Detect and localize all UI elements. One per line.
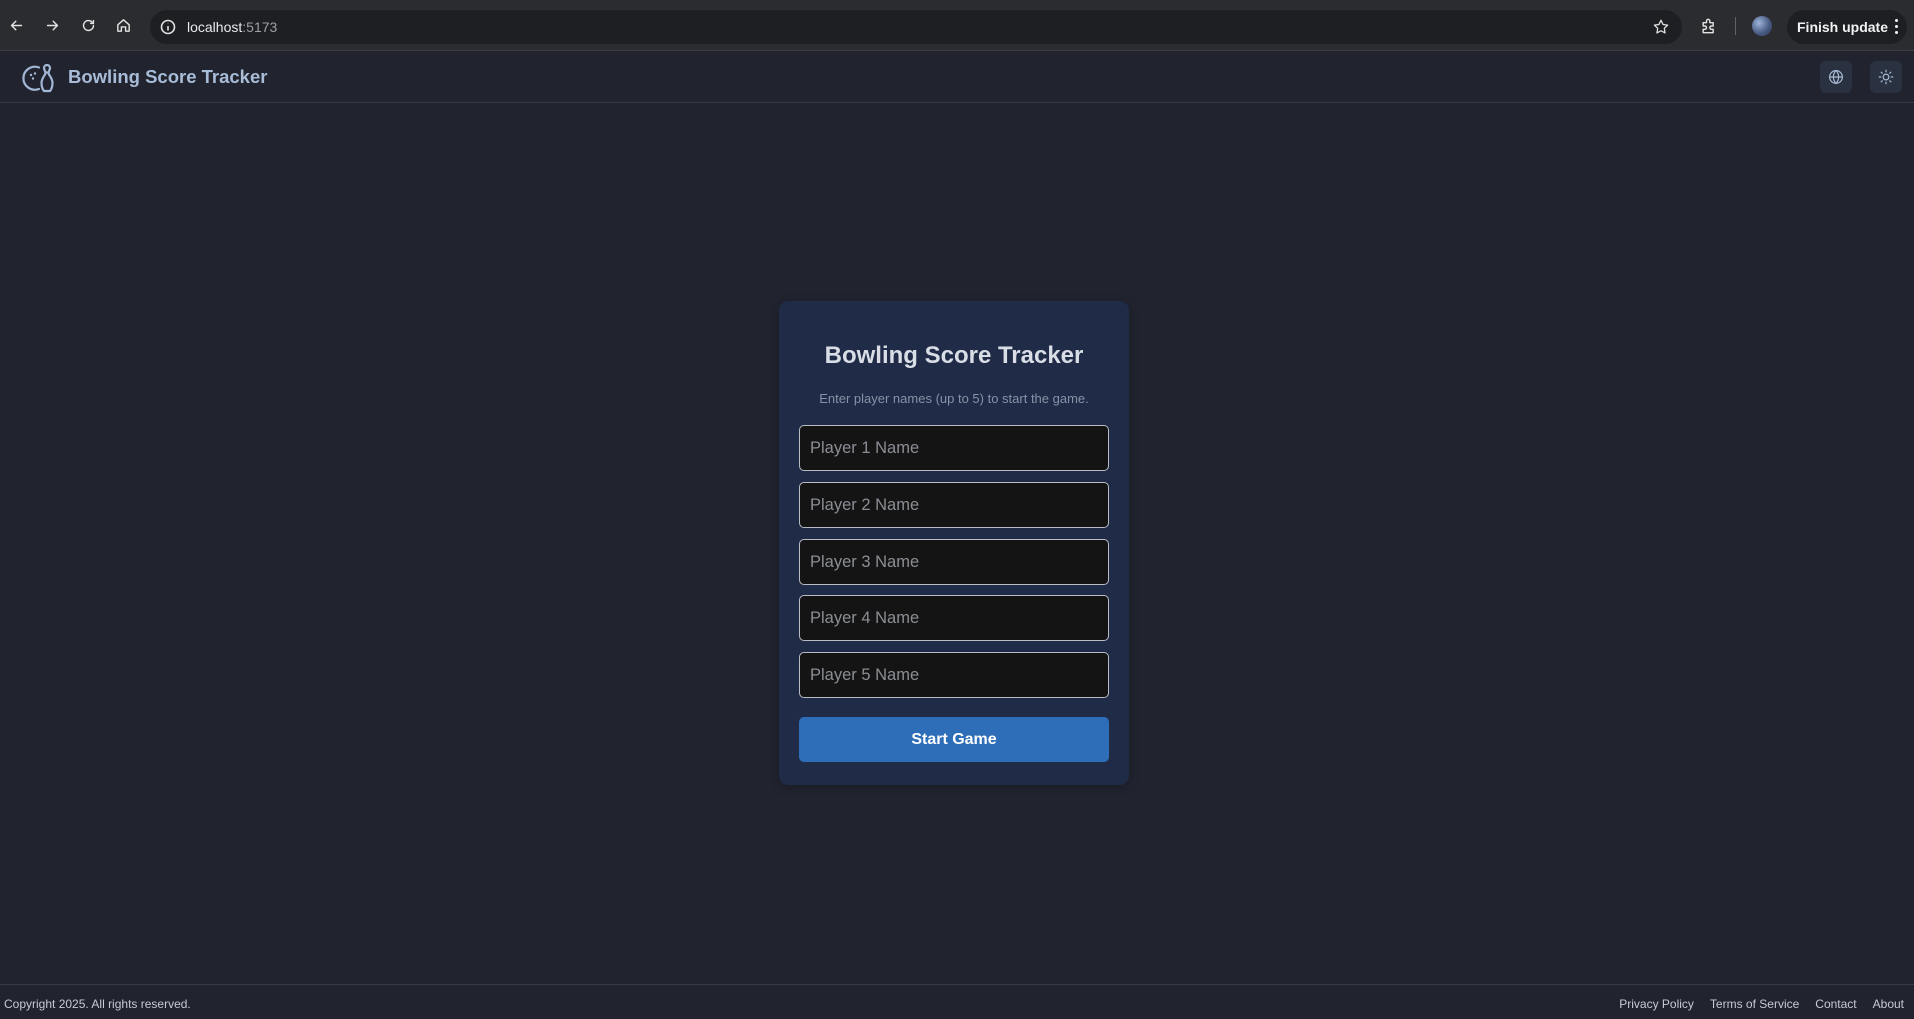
player-1-name-input[interactable] (799, 425, 1109, 471)
app-header: Bowling Score Tracker (0, 51, 1914, 103)
app-title[interactable]: Bowling Score Tracker (68, 66, 267, 88)
player-setup-card: Bowling Score Tracker Enter player names… (779, 301, 1129, 785)
home-button[interactable] (110, 12, 136, 38)
url-host: localhost (187, 19, 243, 35)
globe-icon (1829, 69, 1843, 85)
address-bar[interactable]: localhost:5173 (150, 10, 1682, 44)
finish-update-label: Finish update (1797, 19, 1888, 35)
player-4-name-input[interactable] (799, 595, 1109, 641)
url-port: :5173 (242, 19, 278, 35)
back-button[interactable] (3, 12, 29, 38)
profile-avatar[interactable] (1752, 16, 1772, 36)
contact-link[interactable]: Contact (1815, 997, 1856, 1011)
sun-icon (1878, 69, 1894, 85)
bowling-icon[interactable] (22, 61, 58, 95)
url-text: localhost:5173 (187, 19, 277, 35)
terms-of-service-link[interactable]: Terms of Service (1710, 997, 1799, 1011)
forward-button[interactable] (39, 12, 65, 38)
reload-icon (82, 19, 94, 31)
privacy-policy-link[interactable]: Privacy Policy (1619, 997, 1694, 1011)
browser-toolbar: localhost:5173 Finish update (0, 0, 1914, 51)
more-icon (1894, 19, 1898, 35)
finish-update-button[interactable]: Finish update (1787, 10, 1907, 44)
copyright-text: Copyright 2025. All rights reserved. (4, 997, 191, 1011)
player-3-name-input[interactable] (799, 539, 1109, 585)
footer-links: Privacy Policy Terms of Service Contact … (1619, 997, 1904, 1011)
about-link[interactable]: About (1873, 997, 1904, 1011)
home-icon (116, 18, 130, 32)
start-game-button[interactable]: Start Game (799, 717, 1109, 762)
site-info-icon[interactable] (160, 19, 176, 35)
player-2-name-input[interactable] (799, 482, 1109, 528)
toolbar-divider (1735, 17, 1736, 35)
player-5-name-input[interactable] (799, 652, 1109, 698)
card-subtitle: Enter player names (up to 5) to start th… (819, 391, 1089, 406)
back-icon (10, 20, 22, 30)
reload-button[interactable] (75, 12, 101, 38)
language-button[interactable] (1820, 61, 1852, 93)
footer: Copyright 2025. All rights reserved. Pri… (0, 984, 1914, 1019)
card-title: Bowling Score Tracker (824, 342, 1084, 369)
theme-toggle-button[interactable] (1870, 61, 1902, 93)
forward-icon (46, 20, 58, 30)
bookmark-star-icon[interactable] (1652, 18, 1670, 36)
extensions-icon[interactable] (1699, 16, 1719, 36)
